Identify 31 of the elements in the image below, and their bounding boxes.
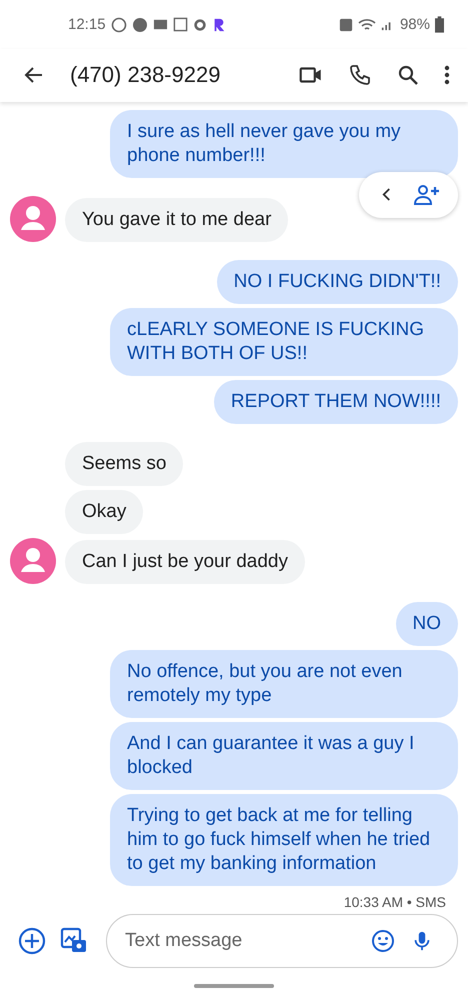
- message-timestamp: 10:33 AM • SMS: [344, 894, 446, 910]
- received-message[interactable]: Seems so: [65, 442, 184, 486]
- add-person-icon: [414, 184, 440, 206]
- emoji-icon[interactable]: [371, 928, 395, 953]
- sent-message[interactable]: REPORT THEM NOW!!!!: [214, 380, 458, 424]
- wifi-icon: [358, 18, 376, 32]
- app-logo-icon: [212, 18, 226, 32]
- message-input-field[interactable]: Text message: [123, 928, 355, 953]
- sent-message[interactable]: Trying to get back at me for telling him to go fuck himself when he tried to get my banking information: [110, 794, 458, 886]
- status-time: 12:15: [68, 16, 106, 34]
- home-indicator[interactable]: [194, 984, 274, 988]
- received-message[interactable]: You gave it to me dear: [65, 198, 288, 242]
- conversation-title: (470) 238-9229: [70, 62, 222, 88]
- search-icon: [396, 63, 420, 88]
- battery-level: 98%: [400, 16, 430, 34]
- plus-circle-icon: [18, 926, 46, 955]
- sent-message[interactable]: And I can guarantee it was a guy I blocked: [110, 722, 458, 790]
- received-message[interactable]: Can I just be your daddy: [65, 540, 305, 584]
- received-message[interactable]: Okay: [65, 490, 144, 534]
- gallery-camera-icon: [60, 926, 88, 955]
- sent-message[interactable]: cLEARLY SOMEONE IS FUCKING WITH BOTH OF US!!: [110, 308, 458, 376]
- sent-message[interactable]: I sure as hell never gave you my phone number!!!: [110, 110, 458, 178]
- message-composer[interactable]: Text message: [106, 914, 458, 968]
- battery-icon: [435, 16, 444, 34]
- sent-message[interactable]: No offence, but you are not even remotely my type: [110, 650, 458, 718]
- sent-message[interactable]: NO: [396, 602, 458, 646]
- phone-icon: [348, 63, 372, 88]
- add-contact-pill[interactable]: [359, 172, 458, 218]
- circle-icon: [192, 18, 207, 32]
- sent-message[interactable]: NO I FUCKING DIDN'T!!: [216, 260, 458, 304]
- chevron-left-icon: [381, 187, 392, 202]
